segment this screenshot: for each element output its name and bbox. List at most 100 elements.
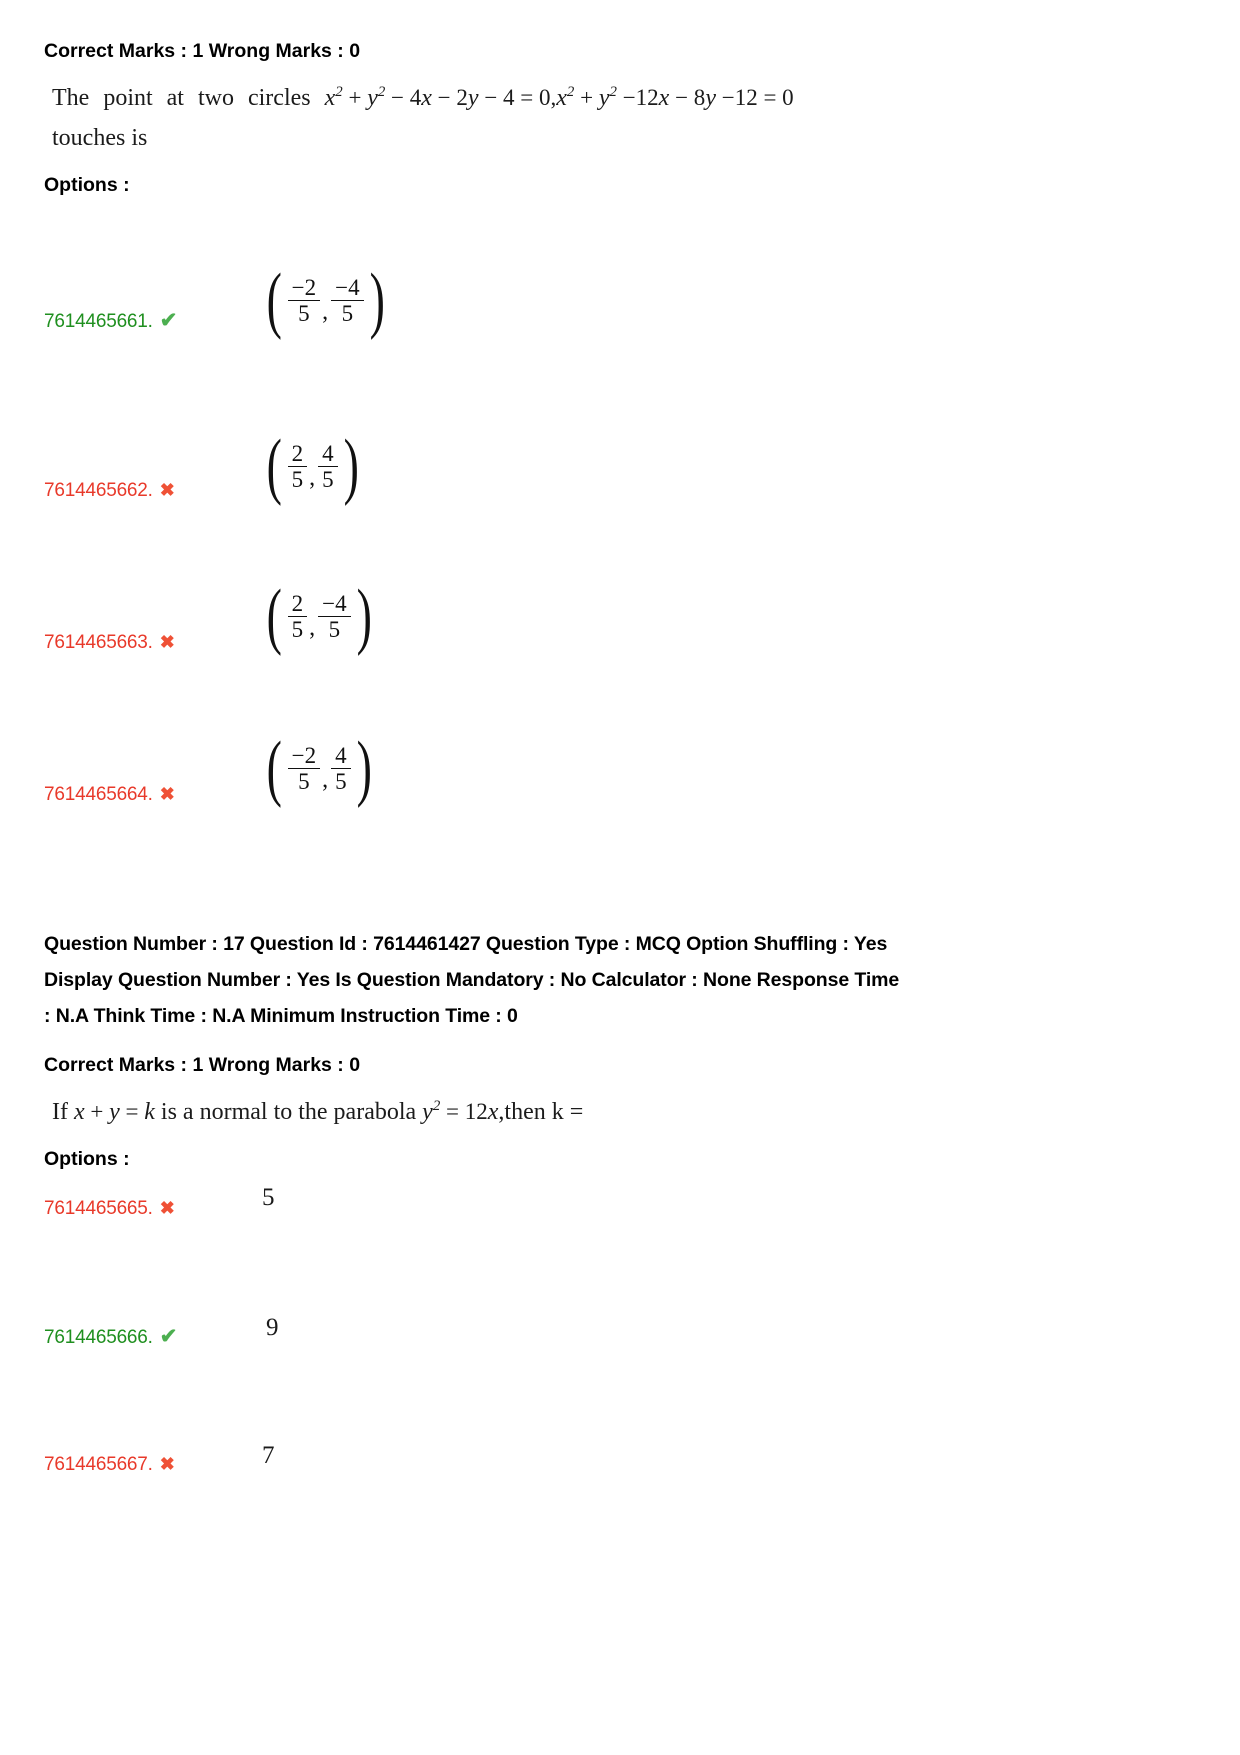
q17-meta-line-3: : N.A Think Time : N.A Minimum Instructi… — [44, 1005, 518, 1027]
right-paren-icon: ) — [356, 575, 372, 657]
q16-option-row-3[interactable]: 7614465663. ✖ ( 2 5 , −4 5 ) — [44, 528, 1196, 680]
right-paren-icon: ) — [369, 259, 385, 341]
option-value-text: 5 — [262, 1184, 275, 1211]
right-paren-icon: ) — [343, 425, 359, 507]
fraction-x-numerator: 2 — [291, 440, 304, 466]
fraction-x-numerator: 2 — [291, 590, 304, 616]
q16-option-value-4: ( −2 5 , 4 5 ) — [262, 727, 376, 809]
q16-option-id-text-1: 7614465661. — [44, 311, 153, 332]
wrong-cross-icon: ✖ — [159, 784, 175, 804]
q17-option-value-3: 7 — [262, 1442, 275, 1470]
q17-stem-suffix: ,then k = — [498, 1099, 584, 1125]
left-paren-icon: ( — [266, 259, 282, 341]
wrong-cross-icon: ✖ — [159, 480, 175, 500]
coordinate-pair: ( 2 5 , −4 5 ) — [262, 575, 376, 657]
q17-meta-line-2: Display Question Number : Yes Is Questio… — [44, 969, 900, 991]
q16-stem-word-2: at — [166, 85, 184, 111]
q17-option-id-2: 7614465666. ✔ — [44, 1326, 177, 1349]
fraction-x-denominator: 5 — [287, 300, 321, 327]
q16-option-row-1[interactable]: 7614465661. ✔ ( −2 5 , −4 5 ) — [44, 200, 1196, 376]
coordinate-pair: ( −2 5 , −4 5 ) — [262, 259, 389, 341]
fraction-y-denominator: 5 — [318, 466, 338, 493]
coordinate-pair: ( 2 5 , 4 5 ) — [262, 425, 363, 507]
fraction-x: −2 5 — [287, 743, 321, 796]
q17-option-row-3[interactable]: 7614465667. ✖ 7 — [44, 1430, 1196, 1558]
q17-option-id-3: 7614465667. ✖ — [44, 1454, 175, 1476]
q16-option-id-text-2: 7614465662. — [44, 480, 153, 501]
wrong-cross-icon: ✖ — [159, 1198, 175, 1218]
q16-option-value-2: ( 2 5 , 4 5 ) — [262, 425, 363, 507]
correct-tick-icon: ✔ — [159, 309, 178, 332]
fraction-y: −4 5 — [318, 590, 351, 644]
option-value-text: 7 — [262, 1442, 275, 1469]
fraction-x: 2 5 — [287, 590, 308, 644]
left-paren-icon: ( — [266, 727, 282, 809]
fraction-y-denominator: 5 — [331, 300, 364, 327]
question-17-block: Question Number : 17 Question Id : 76144… — [44, 926, 1196, 1558]
left-paren-icon: ( — [266, 575, 282, 657]
correct-tick-icon: ✔ — [159, 1325, 178, 1348]
q17-marks-line: Correct Marks : 1 Wrong Marks : 0 — [44, 1054, 361, 1076]
q16-option-row-2[interactable]: 7614465662. ✖ ( 2 5 , 4 5 ) — [44, 376, 1196, 528]
left-paren-icon: ( — [266, 425, 282, 507]
wrong-cross-icon: ✖ — [159, 1454, 175, 1474]
q17-metadata: Question Number : 17 Question Id : 76144… — [44, 926, 1196, 1034]
option-value-text: 9 — [266, 1314, 279, 1341]
answer-key-page: Correct Marks : 1 Wrong Marks : 0 The poi… — [0, 0, 1240, 1755]
fraction-y: 4 5 — [318, 441, 338, 494]
pair-comma: , — [309, 464, 316, 491]
fraction-x-denominator: 5 — [287, 768, 321, 795]
question-separator — [44, 830, 1196, 926]
fraction-x-denominator: 5 — [287, 616, 308, 643]
q16-option-id-3: 7614465663. ✖ — [44, 632, 175, 654]
q16-marks-line: Correct Marks : 1 Wrong Marks : 0 — [44, 40, 361, 62]
q17-option-row-1[interactable]: 7614465665. ✖ 5 — [44, 1174, 1196, 1302]
fraction-y: 4 5 — [331, 743, 351, 796]
fraction-x-denominator: 5 — [287, 466, 308, 493]
q16-stem-word-1: point — [103, 85, 153, 111]
q17-question-stem: If x + y = k is a normal to the parabola… — [44, 1092, 1196, 1132]
q16-option-row-4[interactable]: 7614465664. ✖ ( −2 5 , 4 5 ) — [44, 680, 1196, 830]
fraction-x-numerator: −2 — [291, 274, 317, 300]
q16-option-id-text-3: 7614465663. — [44, 632, 153, 653]
q17-options-label: Options : — [44, 1148, 130, 1170]
wrong-cross-icon: ✖ — [159, 632, 175, 652]
q17-option-value-1: 5 — [262, 1184, 275, 1212]
q16-option-value-1: ( −2 5 , −4 5 ) — [262, 259, 389, 341]
q16-option-id-1: 7614465661. ✔ — [44, 310, 177, 333]
fraction-y-numerator: 4 — [322, 440, 334, 466]
q16-stem-tail: touches is — [52, 125, 148, 151]
fraction-y-denominator: 5 — [331, 768, 351, 795]
q16-stem-equation-1: x2 + y2 − 4x − 2y − 4 = 0, — [324, 84, 557, 111]
q17-stem-equation-2: y2 = 12x — [422, 1098, 499, 1125]
q16-stem-equation-2: x2 + y2 −12x − 8y −12 = 0 — [556, 84, 794, 111]
fraction-y-numerator: 4 — [335, 742, 347, 768]
pair-comma: , — [309, 614, 316, 641]
q16-options-label: Options : — [44, 174, 130, 196]
pair-comma: , — [322, 298, 329, 325]
q17-stem-prefix: If — [52, 1099, 68, 1125]
q17-option-id-text-1: 7614465665. — [44, 1198, 153, 1219]
q17-stem-equation-1: x + y = k — [73, 1099, 155, 1125]
coordinate-pair: ( −2 5 , 4 5 ) — [262, 727, 376, 809]
q17-meta-line-1: Question Number : 17 Question Id : 76144… — [44, 933, 888, 955]
q16-question-stem: The point at two circles x2 + y2 − 4x − 2y − … — [44, 78, 1196, 158]
q17-option-value-2: 9 — [266, 1314, 279, 1342]
q16-stem-word-4: circles — [247, 85, 311, 111]
fraction-y-denominator: 5 — [318, 616, 351, 643]
fraction-y-numerator: −4 — [322, 590, 347, 616]
q16-stem-word-0: The — [52, 85, 90, 111]
fraction-x: 2 5 — [287, 440, 308, 494]
q16-option-id-4: 7614465664. ✖ — [44, 784, 175, 806]
fraction-y: −4 5 — [331, 275, 364, 328]
q17-option-id-1: 7614465665. ✖ — [44, 1198, 175, 1220]
q17-option-row-2[interactable]: 7614465666. ✔ 9 — [44, 1302, 1196, 1430]
pair-comma: , — [322, 766, 329, 793]
q16-option-id-text-4: 7614465664. — [44, 784, 153, 805]
q16-option-id-2: 7614465662. ✖ — [44, 480, 175, 502]
q17-option-id-text-3: 7614465667. — [44, 1454, 153, 1475]
